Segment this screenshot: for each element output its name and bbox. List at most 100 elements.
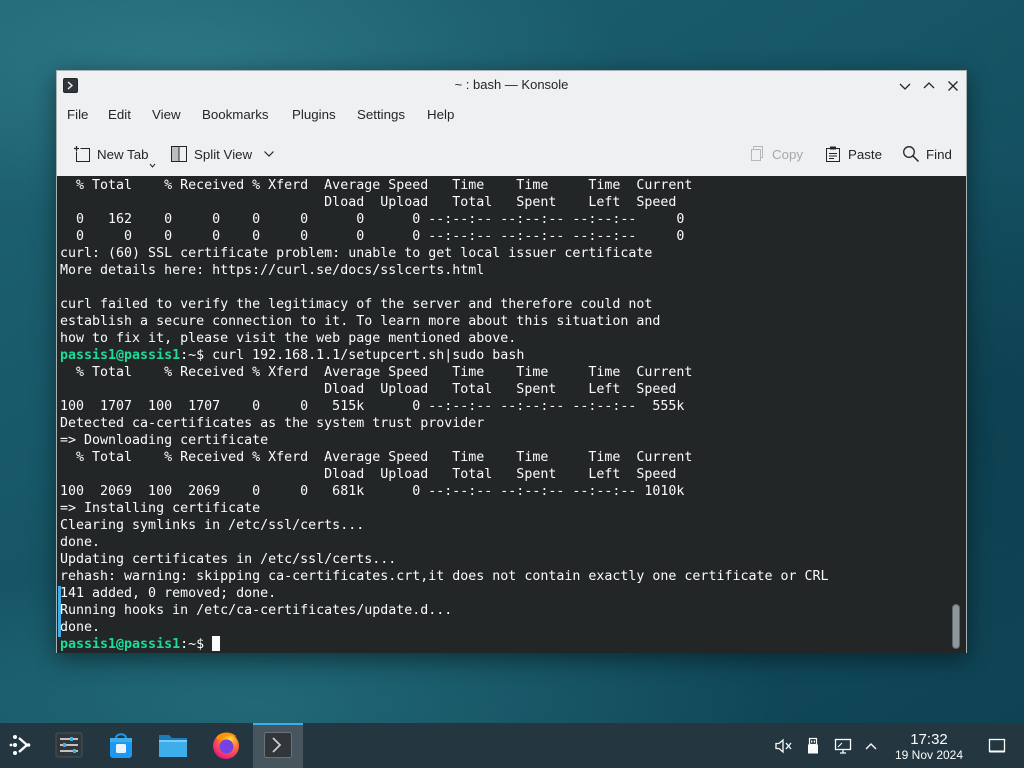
- terminal-line: how to fix it, please visit the web page…: [60, 330, 829, 347]
- terminal-line: 100 2069 100 2069 0 0 681k 0 --:--:-- --…: [60, 483, 829, 500]
- terminal-line: curl failed to verify the legitimacy of …: [60, 296, 829, 313]
- removable-drive-icon[interactable]: [803, 736, 823, 756]
- terminal-text: Updating certificates in /etc/ssl/certs.…: [60, 552, 397, 567]
- system-settings-icon: [55, 732, 83, 758]
- terminal-line: Running hooks in /etc/ca-certificates/up…: [60, 602, 829, 619]
- close-icon: [948, 81, 958, 91]
- terminal-text: 100 2069 100 2069 0 0 681k 0 --:--:-- --…: [60, 484, 685, 499]
- terminal-text: 141 added, 0 removed; done.: [60, 586, 277, 601]
- taskbar: 17:32 19 Nov 2024: [0, 723, 1024, 768]
- firefox-icon: [213, 732, 239, 759]
- terminal-text: how to fix it, please visit the web page…: [60, 331, 517, 346]
- clock-time: 17:32: [910, 731, 948, 748]
- copy-button[interactable]: Copy: [748, 143, 803, 165]
- terminal-line: => Downloading certificate: [60, 432, 829, 449]
- copy-icon: [751, 146, 763, 161]
- terminal-line: curl: (60) SSL certificate problem: unab…: [60, 245, 829, 262]
- find-label: Find: [926, 146, 952, 162]
- menu-edit[interactable]: Edit: [108, 103, 131, 127]
- show-desktop-icon[interactable]: [987, 736, 1007, 756]
- network-icon[interactable]: [833, 736, 853, 756]
- new-tab-icon: [74, 146, 90, 162]
- terminal-line: passis1@passis1:~$: [60, 636, 829, 653]
- terminal-line: => Installing certificate: [60, 500, 829, 517]
- new-tab-button[interactable]: New Tab: [73, 143, 149, 165]
- terminal-text: % Total % Received % Xferd Average Speed…: [60, 365, 693, 380]
- paste-button[interactable]: Paste: [824, 143, 882, 165]
- prompt-user-host: passis1@passis1: [60, 637, 181, 652]
- taskbar-system-settings[interactable]: [49, 725, 89, 766]
- discover-store-icon: [110, 733, 132, 758]
- menu-bookmarks[interactable]: Bookmarks: [202, 103, 269, 127]
- terminal-text: done.: [60, 620, 101, 635]
- menu-view[interactable]: View: [152, 103, 181, 127]
- prompt-user-host: passis1@passis1: [60, 348, 181, 363]
- terminal-view[interactable]: % Total % Received % Xferd Average Speed…: [57, 176, 966, 653]
- paste-label: Paste: [848, 146, 883, 162]
- digital-clock[interactable]: 17:32 19 Nov 2024: [886, 731, 972, 762]
- konsole-window: ~ : bash — Konsole File Edit View Bookma…: [56, 70, 967, 653]
- taskbar-firefox[interactable]: [206, 725, 246, 766]
- menu-plugins[interactable]: Plugins: [292, 103, 336, 127]
- new-tab-dropdown-icon[interactable]: [149, 163, 156, 168]
- search-icon: [903, 146, 920, 163]
- terminal-text: Running hooks in /etc/ca-certificates/up…: [60, 603, 453, 618]
- clock-date: 19 Nov 2024: [894, 748, 964, 762]
- terminal-text: Clearing symlinks in /etc/ssl/certs...: [60, 518, 365, 533]
- taskbar-discover[interactable]: [101, 725, 141, 766]
- menu-help[interactable]: Help: [427, 103, 454, 127]
- terminal-line: passis1@passis1:~$ curl 192.168.1.1/setu…: [60, 347, 829, 364]
- terminal-text: More details here: https://curl.se/docs/…: [60, 263, 485, 278]
- application-launcher[interactable]: [1, 725, 41, 766]
- copy-label: Copy: [772, 146, 804, 162]
- terminal-line: % Total % Received % Xferd Average Speed…: [60, 364, 829, 381]
- chevron-up-icon: [923, 82, 935, 89]
- split-view-label: Split View: [194, 146, 253, 162]
- application-launcher-icon: [9, 735, 31, 755]
- terminal-text: % Total % Received % Xferd Average Speed…: [60, 178, 693, 193]
- scrollbar-thumb[interactable]: [952, 604, 960, 649]
- split-view-button[interactable]: Split View: [170, 143, 275, 165]
- minimize-button[interactable]: [895, 76, 915, 96]
- maximize-button[interactable]: [919, 76, 939, 96]
- terminal-line: establish a secure connection to it. To …: [60, 313, 829, 330]
- toolbar: New Tab Split View Copy Paste Find: [57, 137, 966, 171]
- find-button[interactable]: Find: [902, 143, 952, 165]
- menu-settings[interactable]: Settings: [357, 103, 405, 127]
- terminal-line: Dload Upload Total Spent Left Speed: [60, 194, 829, 211]
- menu-bar: File Edit View Bookmarks Plugins Setting…: [57, 103, 966, 127]
- terminal-line: More details here: https://curl.se/docs/…: [60, 262, 829, 279]
- terminal-line: 0 162 0 0 0 0 0 0 --:--:-- --:--:-- --:-…: [60, 211, 829, 228]
- terminal-text: Dload Upload Total Spent Left Speed: [60, 195, 677, 210]
- new-tab-label: New Tab: [97, 146, 149, 162]
- terminal-line: done.: [60, 619, 829, 636]
- terminal-marker: [58, 586, 61, 637]
- terminal-line: Updating certificates in /etc/ssl/certs.…: [60, 551, 829, 568]
- chevron-down-icon: [899, 83, 911, 90]
- taskbar-dolphin[interactable]: [153, 725, 193, 766]
- terminal-line: done.: [60, 534, 829, 551]
- terminal-text: curl: (60) SSL certificate problem: unab…: [60, 246, 653, 261]
- speaker-muted-icon[interactable]: [773, 736, 793, 756]
- terminal-line: Detected ca-certificates as the system t…: [60, 415, 829, 432]
- dolphin-folder-icon: [159, 735, 187, 757]
- terminal-line: % Total % Received % Xferd Average Speed…: [60, 177, 829, 194]
- title-bar[interactable]: ~ : bash — Konsole: [57, 71, 966, 101]
- terminal-text: Dload Upload Total Spent Left Speed: [60, 382, 677, 397]
- terminal-text: curl failed to verify the legitimacy of …: [60, 297, 653, 312]
- terminal-cursor: [212, 636, 221, 651]
- menu-file[interactable]: File: [67, 103, 88, 127]
- terminal-line: Dload Upload Total Spent Left Speed: [60, 381, 829, 398]
- taskbar-konsole[interactable]: [253, 723, 303, 768]
- terminal-text: => Downloading certificate: [60, 433, 269, 448]
- terminal-text: 0 0 0 0 0 0 0 0 --:--:-- --:--:-- --:--:…: [60, 229, 685, 244]
- terminal-line: rehash: warning: skipping ca-certificate…: [60, 568, 829, 585]
- chevron-up-icon[interactable]: [861, 736, 881, 756]
- terminal-line: % Total % Received % Xferd Average Speed…: [60, 449, 829, 466]
- window-title: ~ : bash — Konsole: [454, 77, 569, 92]
- split-view-icon: [171, 146, 187, 162]
- chevron-down-icon: [264, 151, 275, 157]
- terminal-text: 0 162 0 0 0 0 0 0 --:--:-- --:--:-- --:-…: [60, 212, 685, 227]
- close-button[interactable]: [943, 76, 963, 96]
